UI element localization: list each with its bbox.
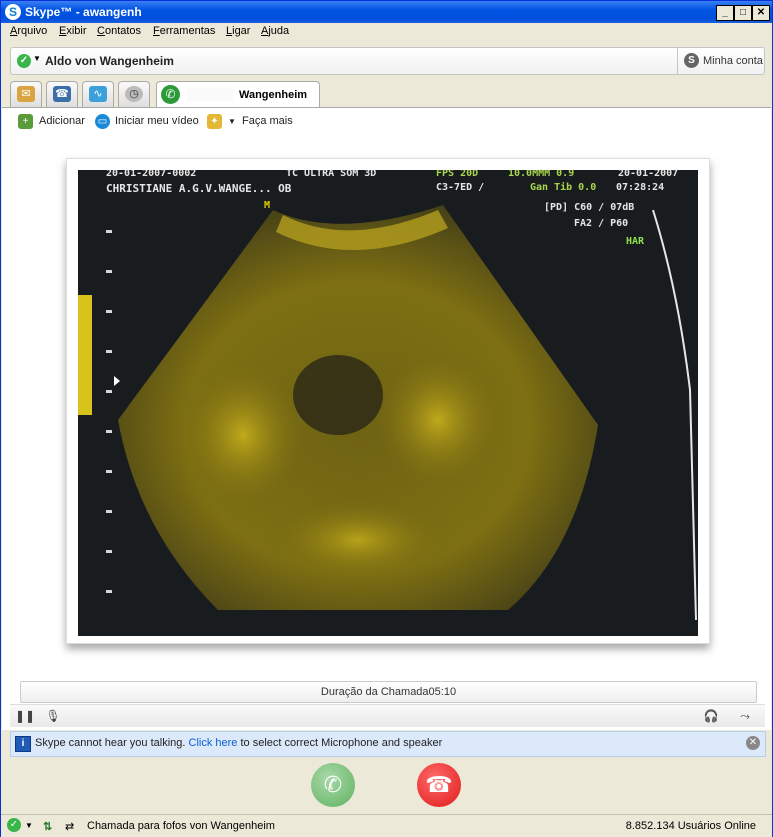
chevron-down-icon[interactable]: ▼: [33, 54, 41, 63]
call-toolbar: + Adicionar ▭ Iniciar meu vídeo ✦ ▼ Faça…: [2, 108, 771, 136]
my-account-button[interactable]: S Minha conta: [677, 48, 764, 74]
do-more-button[interactable]: Faça mais: [242, 115, 293, 127]
skype-icon: S: [5, 4, 21, 20]
call-phone-icon: ✆: [161, 85, 180, 104]
call-duration-label: Duração da Chamada: [320, 686, 429, 698]
contacts-icon: ✉: [17, 86, 35, 102]
skype-window: S Skype™ - awangenh _ □ ✕ Arquivo Exibir…: [0, 0, 773, 837]
swap-icon[interactable]: ⇄: [65, 820, 74, 833]
call-duration-bar: Duração da Chamada05:10: [20, 681, 757, 703]
menu-exibir[interactable]: Exibir: [59, 25, 87, 37]
call-panel: + Adicionar ▭ Iniciar meu vídeo ✦ ▼ Faça…: [2, 107, 771, 730]
tab-call-label: Wangenheim: [239, 89, 308, 101]
tab-history[interactable]: ◷: [118, 81, 150, 107]
menu-ligar[interactable]: Ligar: [226, 25, 250, 37]
online-status-icon[interactable]: ✓: [17, 54, 31, 68]
connection-icon: ⇅: [43, 821, 53, 833]
video-frame: 20-01-2007-0002 TC ULTRA SOM 3D FPS 20D …: [66, 158, 710, 644]
headset-icon[interactable]: 🎧: [700, 707, 722, 725]
menu-ajuda[interactable]: Ajuda: [261, 25, 289, 37]
add-contact-icon: +: [18, 114, 33, 129]
minimize-button[interactable]: _: [716, 5, 734, 21]
close-button[interactable]: ✕: [752, 5, 770, 21]
tab-live[interactable]: ∿: [82, 81, 114, 107]
phone-icon: ✆: [323, 772, 343, 797]
maximize-button[interactable]: □: [734, 5, 752, 21]
ultrasound-overlay: 20-01-2007-0002 TC ULTRA SOM 3D FPS 20D …: [106, 170, 679, 247]
pause-icon[interactable]: ❚❚: [14, 707, 36, 725]
title-bar: S Skype™ - awangenh _ □ ✕: [1, 1, 772, 23]
video-feed: 20-01-2007-0002 TC ULTRA SOM 3D FPS 20D …: [78, 170, 698, 636]
my-account-label: Minha conta: [703, 55, 763, 67]
menu-ferramentas[interactable]: Ferramentas: [153, 25, 215, 37]
call-duration-value: 05:10: [428, 686, 457, 698]
start-video-button[interactable]: Iniciar meu vídeo: [115, 115, 199, 127]
notice-link[interactable]: Click here: [189, 737, 238, 749]
notice-text: Skype cannot hear you talking. Click her…: [35, 737, 443, 749]
skype-icon: S: [684, 53, 699, 68]
blurred-name: [187, 88, 233, 102]
puzzle-icon: ✦: [207, 114, 222, 129]
contact-bar: ✓ ▼ Aldo von Wangenheim S Minha conta: [10, 47, 765, 75]
video-icon: ▭: [95, 114, 110, 129]
status-bar: ✓ ▼ ⇅ ⇄ Chamada para fofos von Wangenhei…: [1, 814, 772, 837]
status-call-text: Chamada para fofos von Wangenheim: [87, 820, 275, 832]
accept-call-button[interactable]: ✆: [311, 763, 355, 807]
live-icon: ∿: [89, 86, 107, 102]
window-title: Skype™ - awangenh: [25, 5, 142, 19]
tab-call[interactable]: ✆ Wangenheim: [156, 81, 320, 109]
menu-bar: Arquivo Exibir Contatos Ferramentas Liga…: [1, 23, 772, 41]
chevron-down-icon[interactable]: ▼: [228, 117, 236, 126]
tab-contacts[interactable]: ✉: [10, 81, 42, 107]
online-users-count: 8.852.134 Usuários Online: [625, 820, 756, 832]
call-controls: ❚❚ 🎙 🎧 ⤳: [10, 704, 765, 727]
tab-strip: ✉ ☎ ∿ ◷ ✆ Wangenheim: [10, 81, 770, 109]
call-transfer-icon[interactable]: ⤳: [728, 707, 762, 725]
mute-microphone-icon[interactable]: 🎙: [42, 707, 64, 725]
call-duration: Duração da Chamada05:10: [21, 686, 756, 698]
hangup-icon: ☎: [425, 772, 453, 797]
microphone-notice: i Skype cannot hear you talking. Click h…: [10, 731, 766, 757]
close-icon[interactable]: ✕: [746, 736, 760, 750]
hangup-button[interactable]: ☎: [417, 763, 461, 807]
menu-contatos[interactable]: Contatos: [97, 25, 141, 37]
contact-name: Aldo von Wangenheim: [45, 54, 174, 68]
chevron-down-icon[interactable]: ▼: [25, 821, 33, 830]
menu-arquivo[interactable]: Arquivo: [10, 25, 47, 37]
info-icon: i: [15, 736, 31, 752]
tab-dial[interactable]: ☎: [46, 81, 78, 107]
phone-icon: ☎: [53, 86, 71, 102]
online-status-icon[interactable]: ✓: [7, 818, 21, 832]
add-button[interactable]: Adicionar: [39, 115, 85, 127]
history-icon: ◷: [125, 86, 143, 102]
